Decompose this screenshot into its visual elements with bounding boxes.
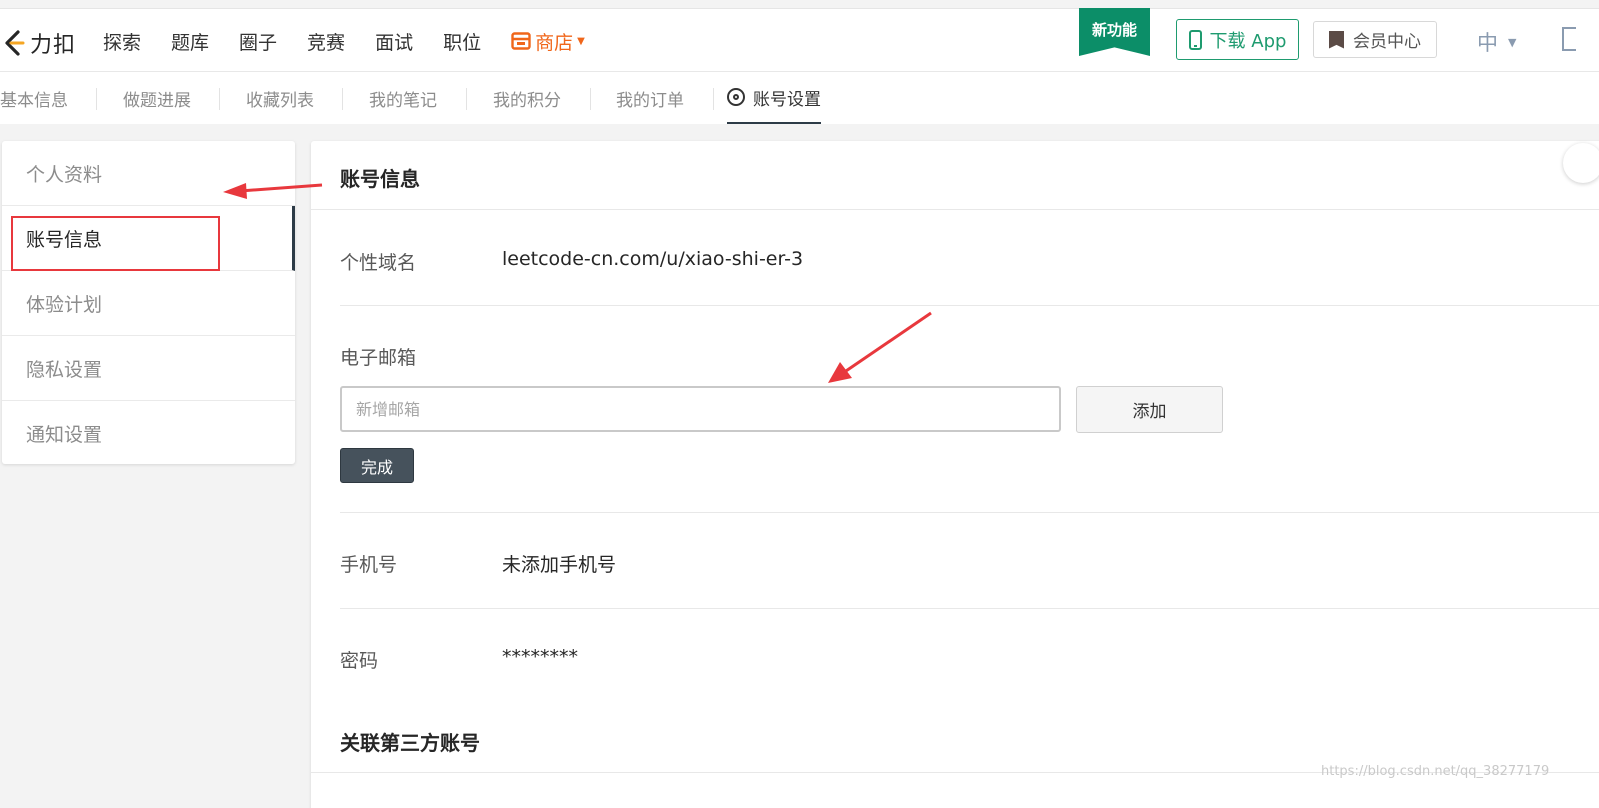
- account-info-panel: 账号信息 个性域名 leetcode-cn.com/u/xiao-shi-er-…: [311, 141, 1599, 808]
- email-label: 电子邮箱: [340, 347, 417, 369]
- phone-value: 未添加手机号: [502, 554, 617, 576]
- done-button[interactable]: 完成: [340, 448, 414, 483]
- nav-item-jobs[interactable]: 职位: [443, 28, 481, 55]
- settings-sidebar: 个人资料 账号信息 体验计划 隐私设置 通知设置: [2, 141, 295, 464]
- third-party-section-title: 关联第三方账号: [340, 731, 480, 755]
- watermark: https://blog.csdn.net/qq_38277179: [1321, 764, 1550, 779]
- tab-divider: [219, 88, 220, 110]
- tab-notes[interactable]: 我的笔记: [369, 72, 437, 124]
- leetcode-logo-icon: [5, 30, 25, 56]
- page-title: 账号信息: [340, 167, 420, 191]
- sidebar-item-account-info[interactable]: 账号信息: [2, 206, 295, 271]
- chevron-down-icon: ▼: [1508, 35, 1517, 49]
- tab-points[interactable]: 我的积分: [493, 72, 561, 124]
- tab-divider: [466, 88, 467, 110]
- main-nav: 探索 题库 圈子 竞赛 面试 职位 商店 ▼: [103, 9, 615, 73]
- annotation-highlight-box: [11, 216, 220, 271]
- phone-icon: [1188, 29, 1202, 50]
- floating-button[interactable]: [1563, 143, 1599, 183]
- shop-label: 商店: [535, 31, 574, 54]
- domain-label: 个性域名: [340, 252, 417, 274]
- divider: [340, 512, 1599, 513]
- divider: [340, 608, 1599, 609]
- tab-divider: [342, 88, 343, 110]
- tab-progress[interactable]: 做题进展: [123, 72, 191, 124]
- nav-item-interview[interactable]: 面试: [375, 28, 413, 55]
- sidebar-item-profile[interactable]: 个人资料: [2, 141, 295, 206]
- language-switcher[interactable]: 中 ▼: [1477, 27, 1516, 57]
- email-input[interactable]: [340, 386, 1061, 432]
- notification-icon[interactable]: [1562, 27, 1576, 51]
- top-navbar: 力扣 探索 题库 圈子 竞赛 面试 职位 商店 ▼ 新功能 下载 App 会员中…: [0, 8, 1599, 72]
- tab-account-settings[interactable]: 账号设置: [727, 72, 821, 124]
- member-center-button[interactable]: 会员中心: [1313, 21, 1437, 58]
- download-app-button[interactable]: 下载 App: [1176, 19, 1299, 60]
- sidebar-item-notifications[interactable]: 通知设置: [2, 401, 295, 466]
- shop-icon: [511, 32, 531, 50]
- phone-label: 手机号: [340, 554, 398, 576]
- password-value: ********: [502, 646, 578, 668]
- language-label: 中: [1477, 31, 1498, 55]
- tab-favorites[interactable]: 收藏列表: [246, 72, 314, 124]
- logo-text: 力扣: [30, 33, 77, 58]
- password-label: 密码: [340, 650, 379, 672]
- tab-divider: [590, 88, 591, 110]
- tab-orders[interactable]: 我的订单: [616, 72, 684, 124]
- member-center-label: 会员中心: [1353, 32, 1421, 52]
- sidebar-item-privacy[interactable]: 隐私设置: [2, 336, 295, 401]
- nav-item-explore[interactable]: 探索: [103, 28, 141, 55]
- tab-basic-info[interactable]: 基本信息: [0, 72, 68, 124]
- divider: [311, 209, 1599, 210]
- domain-value: leetcode-cn.com/u/xiao-shi-er-3: [502, 248, 804, 270]
- tab-divider: [713, 88, 714, 110]
- sidebar-item-experience-plan[interactable]: 体验计划: [2, 271, 295, 336]
- gear-icon: [727, 88, 745, 106]
- logo[interactable]: 力扣: [2, 27, 76, 59]
- nav-item-shop[interactable]: 商店 ▼: [511, 28, 585, 55]
- nav-item-contest[interactable]: 竞赛: [307, 28, 345, 55]
- nav-item-circle[interactable]: 圈子: [239, 28, 277, 55]
- tab-account-settings-label: 账号设置: [753, 89, 821, 110]
- tab-divider: [96, 88, 97, 110]
- profile-tabs: 基本信息 做题进展 收藏列表 我的笔记 我的积分 我的订单 账号设置: [0, 72, 1599, 124]
- nav-item-problems[interactable]: 题库: [171, 28, 209, 55]
- add-email-button[interactable]: 添加: [1076, 386, 1223, 433]
- divider: [340, 305, 1599, 306]
- chevron-down-icon: ▼: [577, 35, 585, 47]
- download-app-label: 下载 App: [1209, 30, 1287, 52]
- new-feature-badge[interactable]: 新功能: [1079, 8, 1150, 56]
- bookmark-icon: [1329, 30, 1344, 49]
